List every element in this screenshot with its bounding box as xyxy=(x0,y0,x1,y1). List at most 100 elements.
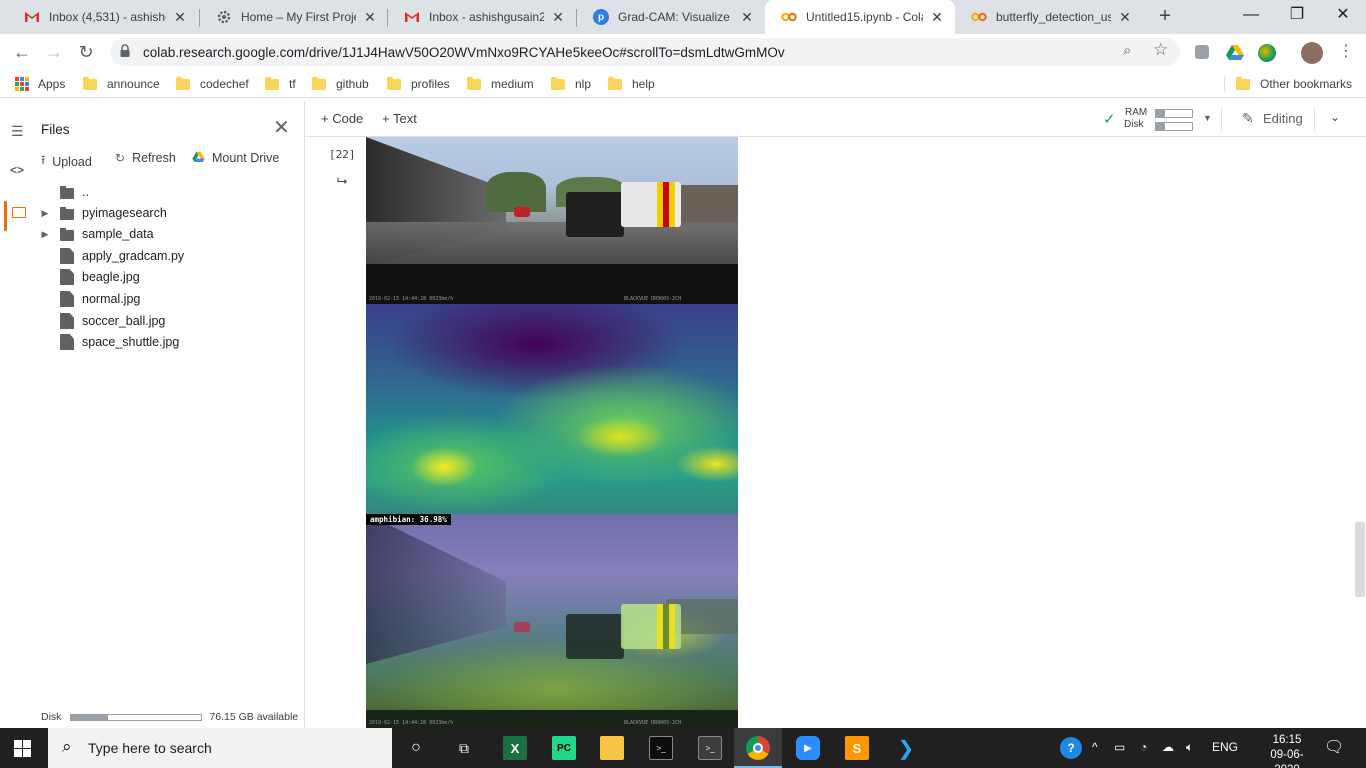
close-icon[interactable]: ✕ xyxy=(362,9,378,26)
folder-sample-data[interactable]: ▶ sample_data xyxy=(35,224,154,244)
output-redirect-icon[interactable]: ⮡ xyxy=(337,173,347,189)
notifications-icon[interactable]: 🗨︎ xyxy=(1324,737,1344,757)
close-icon[interactable]: ✕ xyxy=(929,9,945,26)
bookmark-folder-nlp[interactable]: nlp xyxy=(551,76,591,92)
forward-button[interactable]: → xyxy=(40,38,68,66)
close-icon[interactable]: ✕ xyxy=(739,9,755,26)
zoom-icon[interactable]: ⌕ xyxy=(1123,42,1131,59)
dashcam-timestamp: 2019-02-15 14:44:28 0023km/h xyxy=(369,296,454,302)
url-text[interactable]: colab.research.google.com/drive/1J1J4Haw… xyxy=(143,45,785,60)
chevron-up-icon[interactable]: ^ xyxy=(1092,740,1098,754)
task-view-icon[interactable]: ⧉ xyxy=(452,736,476,760)
taskbar-search[interactable]: ⌕ Type here to search xyxy=(48,728,392,768)
bookmark-label: github xyxy=(336,77,369,91)
folder-pyimagesearch[interactable]: ▶ pyimagesearch xyxy=(35,203,167,223)
bookmark-folder-help[interactable]: help xyxy=(608,76,655,92)
close-icon[interactable]: ✕ xyxy=(1117,9,1133,26)
bookmark-folder-other[interactable]: Other bookmarks xyxy=(1236,76,1352,92)
file-soccer-ball[interactable]: soccer_ball.jpg xyxy=(55,311,165,331)
files-folder-icon[interactable] xyxy=(12,207,26,218)
wifi-icon[interactable]: ◔ xyxy=(1140,740,1147,754)
chevron-down-icon[interactable]: ⌄ xyxy=(1330,110,1340,124)
excel-icon[interactable]: X xyxy=(503,736,527,760)
file-normal[interactable]: normal.jpg xyxy=(55,289,140,309)
file-apply-gradcam[interactable]: apply_gradcam.py xyxy=(55,246,184,266)
tab-home-project[interactable]: Home – My First Projec ✕ xyxy=(200,0,388,34)
sublime-text-icon[interactable]: S xyxy=(845,736,869,760)
minimize-button[interactable]: — xyxy=(1228,0,1274,32)
chrome-icon[interactable] xyxy=(746,736,770,760)
ambulance xyxy=(621,604,681,649)
windows-taskbar: ⌕ Type here to search ○ ⧉ X PC >_ >_ ▶ S… xyxy=(0,728,1366,768)
terminal-icon[interactable]: >_ xyxy=(649,736,673,760)
tab-butterfly-detection[interactable]: butterfly_detection_usin ✕ xyxy=(955,0,1143,34)
cortana-icon[interactable]: ○ xyxy=(404,736,428,760)
bookmark-folder-github[interactable]: github xyxy=(312,76,369,92)
restore-button[interactable]: ❐ xyxy=(1274,0,1320,32)
browser-menu-icon[interactable]: ⋮ xyxy=(1338,41,1354,61)
tab-gradcam-article[interactable]: p Grad-CAM: Visualize cla ✕ xyxy=(577,0,765,34)
editing-mode-button[interactable]: Editing xyxy=(1263,111,1303,126)
google-drive-icon[interactable] xyxy=(1226,44,1244,62)
refresh-button[interactable]: ↻ Refresh xyxy=(115,151,176,165)
google-drive-icon xyxy=(192,151,205,165)
back-button[interactable]: ← xyxy=(8,38,36,66)
bookmark-folder-tf[interactable]: tf xyxy=(265,76,296,92)
bookmark-apps[interactable]: Apps xyxy=(15,76,65,92)
bookmark-folder-announce[interactable]: announce xyxy=(83,76,160,92)
new-tab-button[interactable]: + xyxy=(1153,5,1177,29)
file-icon xyxy=(60,269,74,285)
bookmark-folder-codechef[interactable]: codechef xyxy=(176,76,249,92)
vscode-icon[interactable]: ❯ xyxy=(894,736,918,760)
tab-gmail-inbox-1[interactable]: Inbox (4,531) - ashishgu ✕ xyxy=(8,0,198,34)
expand-caret-icon[interactable]: ▶ xyxy=(35,208,55,219)
extension-globe-icon[interactable] xyxy=(1258,44,1276,62)
resource-monitor[interactable]: RAM Disk xyxy=(1124,107,1147,131)
code-snippets-icon[interactable]: <> xyxy=(10,163,24,177)
pencil-icon: ✎ xyxy=(1242,110,1254,126)
scrollbar-thumb[interactable] xyxy=(1355,522,1365,597)
file-explorer-icon[interactable] xyxy=(600,736,624,760)
close-icon[interactable]: ✕ xyxy=(273,115,290,140)
add-text-button[interactable]: + Text xyxy=(382,111,417,126)
pycharm-icon[interactable]: PC xyxy=(552,736,576,760)
notebook-area: [22] ⮡ 2019-02-15 14:44:28 0023km/h BLAC… xyxy=(305,137,1366,728)
file-space-shuttle[interactable]: space_shuttle.jpg xyxy=(55,332,179,352)
bookmark-star-icon[interactable]: ☆ xyxy=(1153,40,1168,60)
resources-dropdown-icon[interactable]: ▼ xyxy=(1203,113,1212,123)
bookmark-folder-profiles[interactable]: profiles xyxy=(387,76,450,92)
bookmark-folder-medium[interactable]: medium xyxy=(467,76,534,92)
reload-button[interactable]: ↻ xyxy=(72,38,100,66)
close-icon[interactable]: ✕ xyxy=(550,9,566,26)
bookmark-label: profiles xyxy=(411,77,450,91)
windows-start-icon[interactable] xyxy=(14,740,32,757)
terminal-icon[interactable]: >_ xyxy=(698,736,722,760)
avatar[interactable] xyxy=(1301,42,1323,64)
language-indicator[interactable]: ENG xyxy=(1212,740,1238,754)
tab-gmail-inbox-2[interactable]: Inbox - ashishgusain20 ✕ xyxy=(388,0,576,34)
expand-caret-icon[interactable]: ▶ xyxy=(35,229,55,240)
tab-untitled15-colab[interactable]: Untitled15.ipynb - Cola ✕ xyxy=(765,0,955,34)
address-bar[interactable]: colab.research.google.com/drive/1J1J4Haw… xyxy=(110,38,1180,66)
file-label: sample_data xyxy=(82,227,154,241)
volume-icon[interactable]: 🔈︎ xyxy=(1186,740,1193,755)
folder-icon xyxy=(387,76,401,90)
bookmark-label: tf xyxy=(289,77,296,91)
add-code-button[interactable]: + Code xyxy=(321,111,363,126)
disk-label: Disk xyxy=(41,711,62,723)
parent-directory[interactable]: .. xyxy=(55,182,89,202)
system-clock[interactable]: 16:15 09-06-2020 xyxy=(1262,733,1312,768)
mount-drive-button[interactable]: Mount Drive xyxy=(192,151,279,165)
close-window-button[interactable]: ✕ xyxy=(1320,0,1366,32)
dashcam-overlay: BLACKVUE DR900S-2CH xyxy=(624,296,682,302)
extension-icon[interactable] xyxy=(1195,45,1209,59)
battery-icon[interactable]: ▭ xyxy=(1114,740,1125,754)
help-icon[interactable]: ? xyxy=(1060,737,1082,759)
onedrive-icon[interactable]: ☁ xyxy=(1162,740,1174,754)
refresh-label: Refresh xyxy=(132,151,176,165)
table-of-contents-icon[interactable]: ☰ xyxy=(11,123,24,140)
file-beagle[interactable]: beagle.jpg xyxy=(55,267,140,287)
upload-button[interactable]: ⭱ Upload xyxy=(41,151,92,172)
close-icon[interactable]: ✕ xyxy=(172,9,188,26)
zoom-icon[interactable]: ▶ xyxy=(796,736,820,760)
